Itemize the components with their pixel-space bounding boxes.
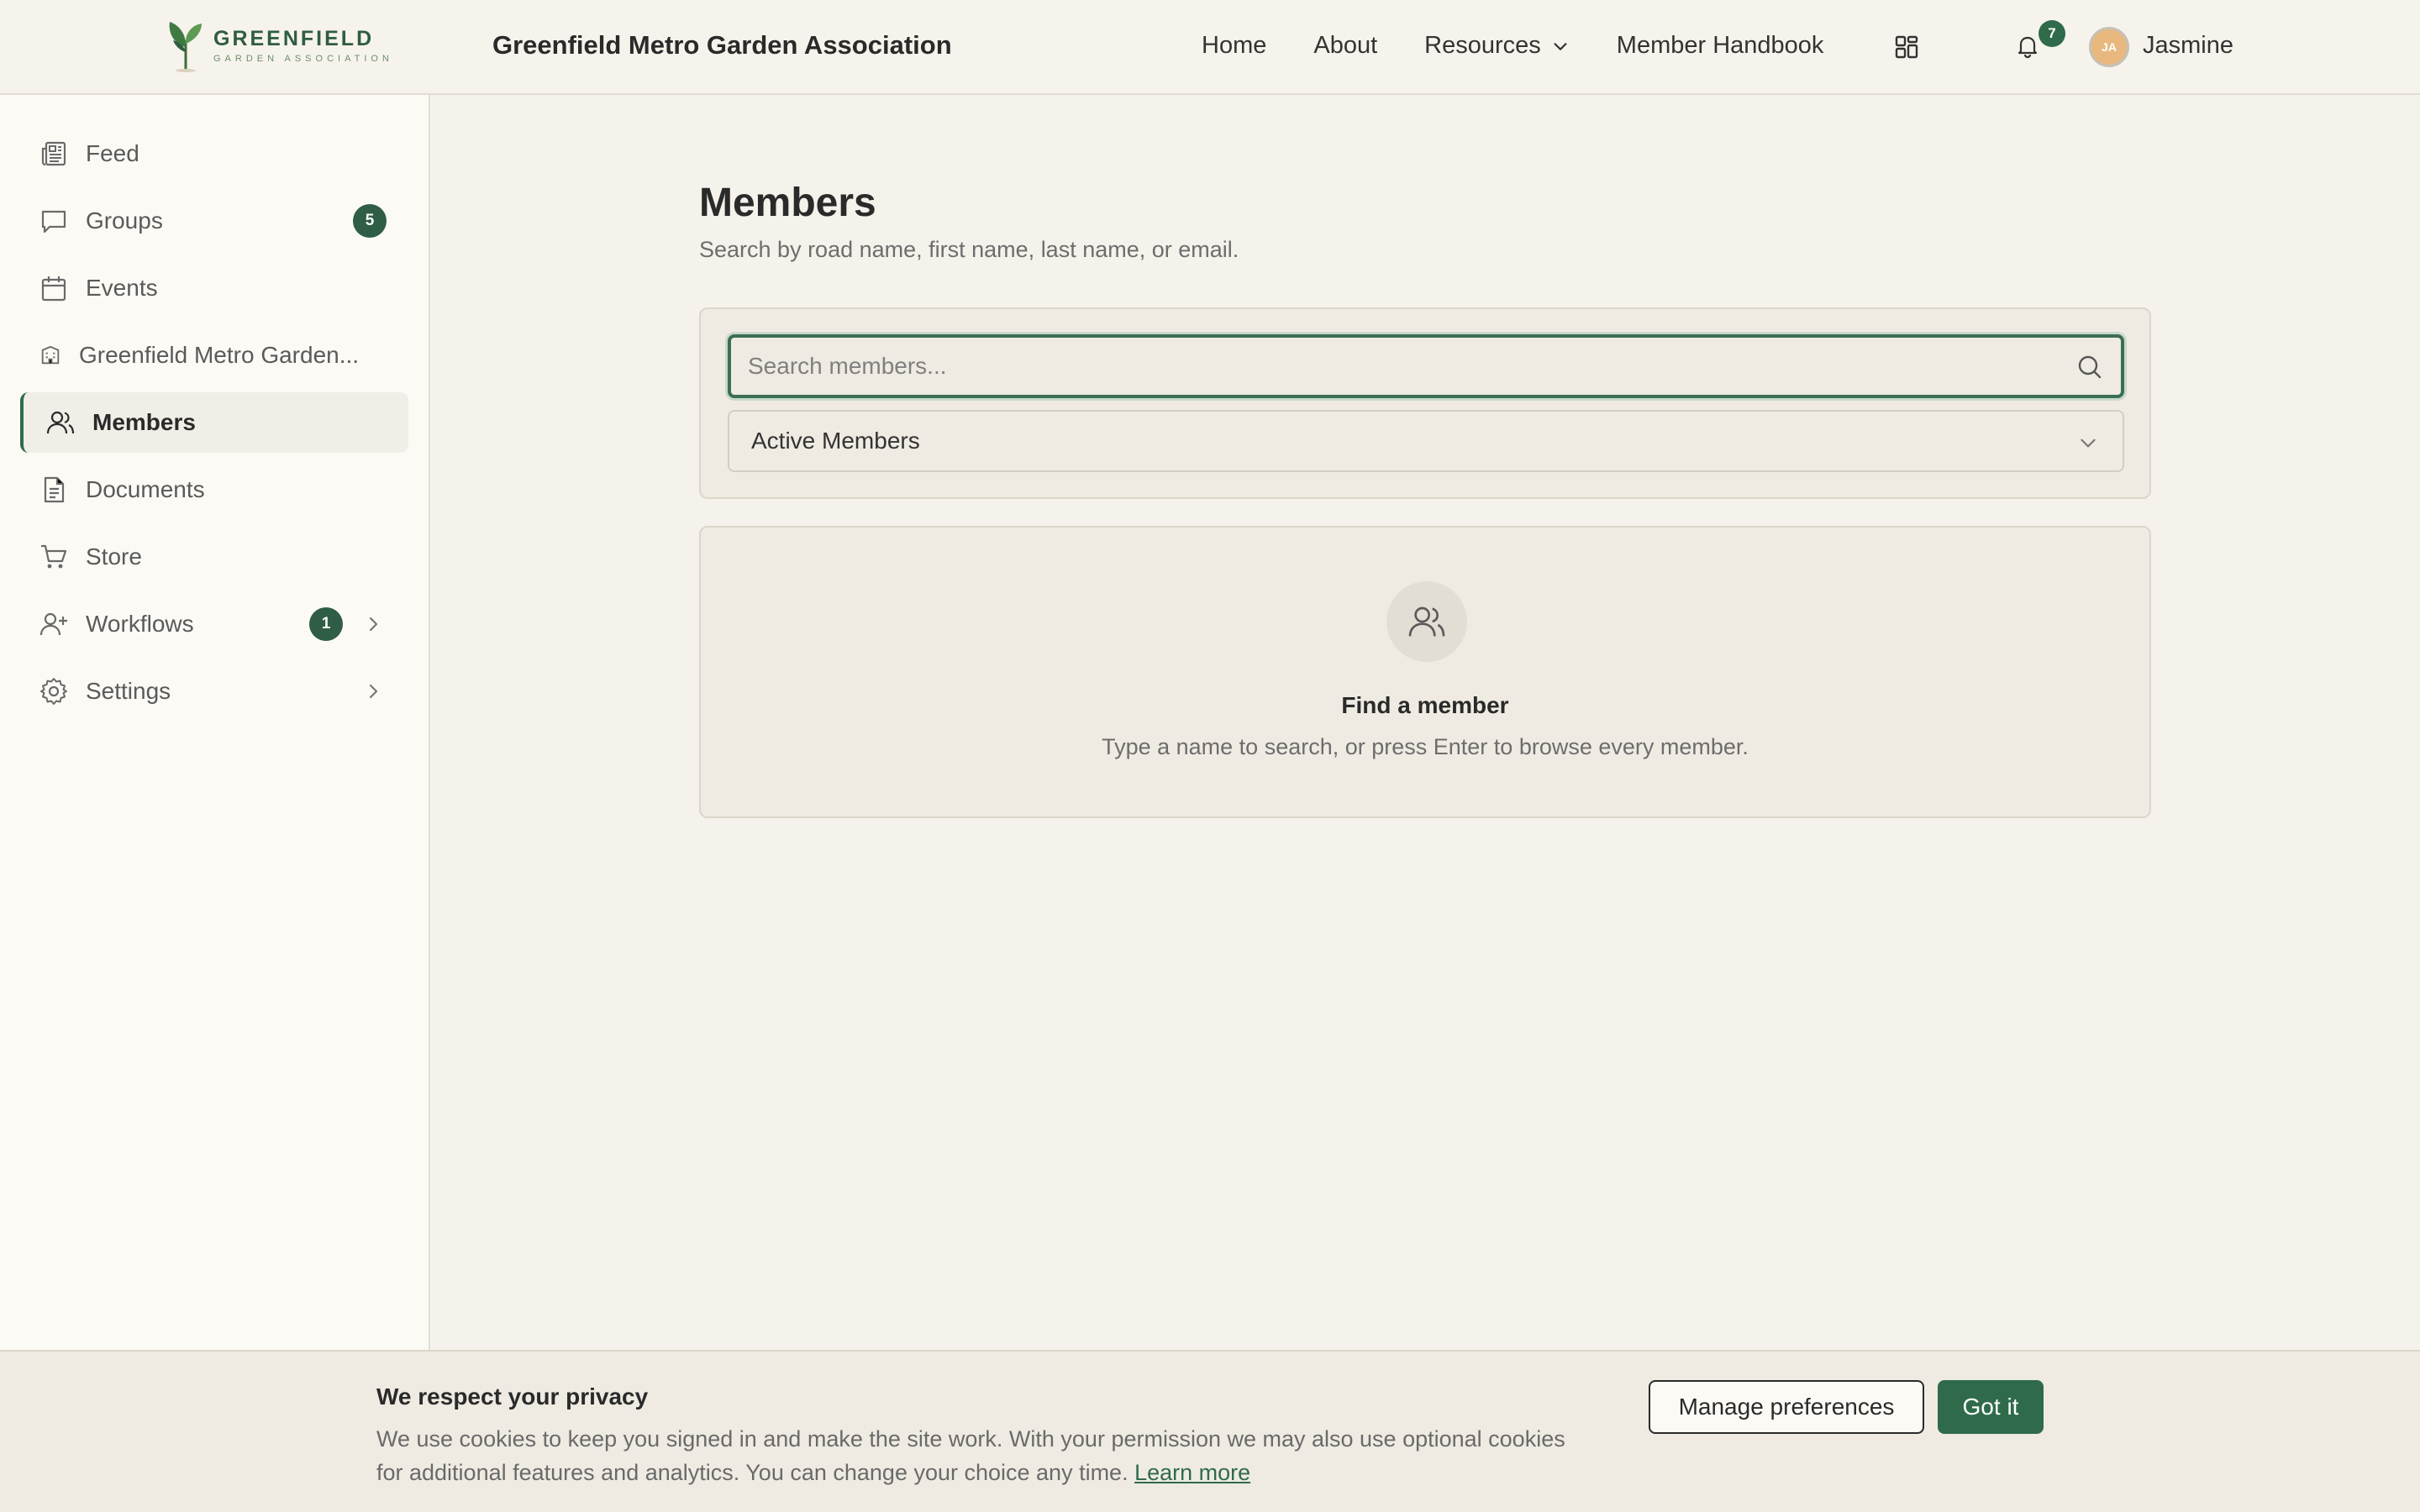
- sidebar-item-label: Greenfield Metro Garden...: [79, 342, 360, 368]
- sidebar-item-organization[interactable]: Greenfield Metro Garden...: [20, 325, 408, 386]
- nav-resources-dropdown[interactable]: Resources: [1424, 32, 1570, 60]
- page-title: Members: [699, 181, 876, 225]
- cart-icon: [41, 544, 67, 569]
- sidebar-item-settings[interactable]: Settings: [20, 661, 408, 722]
- grid-icon[interactable]: [1893, 34, 1920, 60]
- page-subtitle: Search by road name, first name, last na…: [699, 237, 1239, 262]
- chat-icon: [41, 210, 66, 234]
- logo-tagline: GARDEN ASSOCIATION: [213, 54, 393, 64]
- bell-icon[interactable]: [2013, 32, 2042, 60]
- sidebar-item-members[interactable]: Members: [20, 392, 408, 453]
- sidebar-item-events[interactable]: Events: [20, 258, 408, 318]
- member-status-select[interactable]: Active Members: [728, 410, 2124, 472]
- site-logo[interactable]: GREENFIELD GARDEN ASSOCIATION: [165, 18, 393, 72]
- sprout-logo-icon: [169, 22, 202, 72]
- nav-about-label: About: [1313, 32, 1378, 59]
- chevron-down-icon: [1554, 42, 1567, 50]
- empty-state-message: Type a name to search, or press Enter to…: [1102, 734, 1749, 759]
- sidebar-item-documents[interactable]: Documents: [20, 459, 408, 520]
- search-field-wrapper[interactable]: [728, 334, 2124, 398]
- users-icon: [46, 411, 75, 434]
- member-status-selected-value: Active Members: [751, 428, 920, 454]
- cookie-banner-text: We use cookies to keep you signed in and…: [376, 1422, 1586, 1489]
- chevron-right-icon[interactable]: [363, 614, 383, 634]
- sidebar: Feed Groups 5 Events Greenfield Metro Ga…: [0, 95, 430, 1350]
- cookie-banner: We respect your privacy We use cookies t…: [0, 1350, 2420, 1512]
- nav-about-link[interactable]: About: [1313, 32, 1377, 60]
- user-avatar[interactable]: JA: [2089, 27, 2129, 67]
- logo-wordmark: GREENFIELD: [213, 27, 375, 50]
- nav-member-handbook-link[interactable]: Member Handbook: [1617, 32, 1824, 60]
- accept-cookies-button[interactable]: Got it: [1938, 1380, 2044, 1434]
- workflows-count-badge: 1: [309, 607, 343, 641]
- sidebar-item-label: Members: [92, 409, 196, 435]
- cookie-banner-title: We respect your privacy: [376, 1383, 649, 1410]
- sidebar-item-label: Groups: [86, 207, 163, 234]
- notification-count-badge: 7: [2039, 20, 2065, 47]
- sidebar-item-feed[interactable]: Feed: [20, 123, 408, 184]
- gear-icon: [40, 678, 67, 705]
- building-icon: [41, 345, 60, 365]
- sidebar-item-label: Documents: [86, 476, 205, 502]
- empty-state-card: Find a member Type a name to search, or …: [699, 526, 2151, 818]
- user-plus-icon: [39, 612, 67, 636]
- nav-member-handbook-label: Member Handbook: [1616, 32, 1824, 59]
- empty-state-title: Find a member: [1341, 692, 1509, 718]
- newspaper-icon: [41, 141, 66, 166]
- search-icon[interactable]: [2075, 353, 2104, 381]
- users-icon: [1408, 606, 1445, 637]
- nav-resources-label: Resources: [1424, 32, 1541, 59]
- learn-more-link[interactable]: Learn more: [1134, 1460, 1250, 1485]
- nav-home-label: Home: [1202, 32, 1267, 59]
- nav-home-link[interactable]: Home: [1202, 32, 1266, 60]
- sidebar-item-label: Feed: [86, 140, 139, 166]
- sidebar-item-label: Settings: [86, 678, 171, 704]
- calendar-icon: [41, 276, 66, 302]
- sidebar-item-store[interactable]: Store: [20, 527, 408, 587]
- manage-preferences-button[interactable]: Manage preferences: [1649, 1380, 1924, 1434]
- document-icon: [44, 476, 65, 503]
- sidebar-item-label: Events: [86, 275, 158, 301]
- sidebar-item-label: Workflows: [86, 611, 194, 637]
- sidebar-item-label: Store: [86, 543, 142, 570]
- top-header: GREENFIELD GARDEN ASSOCIATION Greenfield…: [0, 0, 2420, 95]
- chevron-right-icon[interactable]: [363, 681, 383, 701]
- site-title[interactable]: Greenfield Metro Garden Association: [492, 30, 952, 60]
- empty-state-icon-circle: [1386, 581, 1467, 662]
- search-input[interactable]: [748, 349, 2042, 383]
- chevron-down-icon: [2081, 438, 2096, 448]
- cookie-banner-body: We use cookies to keep you signed in and…: [376, 1426, 1565, 1485]
- sidebar-item-groups[interactable]: Groups 5: [20, 191, 408, 251]
- groups-count-badge: 5: [353, 204, 387, 238]
- search-panel: Active Members: [699, 307, 2151, 499]
- top-navigation: Home About Resources Member Handbook: [1202, 32, 1870, 60]
- user-name[interactable]: Jasmine: [2143, 32, 2233, 60]
- sidebar-item-workflows[interactable]: Workflows 1: [20, 594, 408, 654]
